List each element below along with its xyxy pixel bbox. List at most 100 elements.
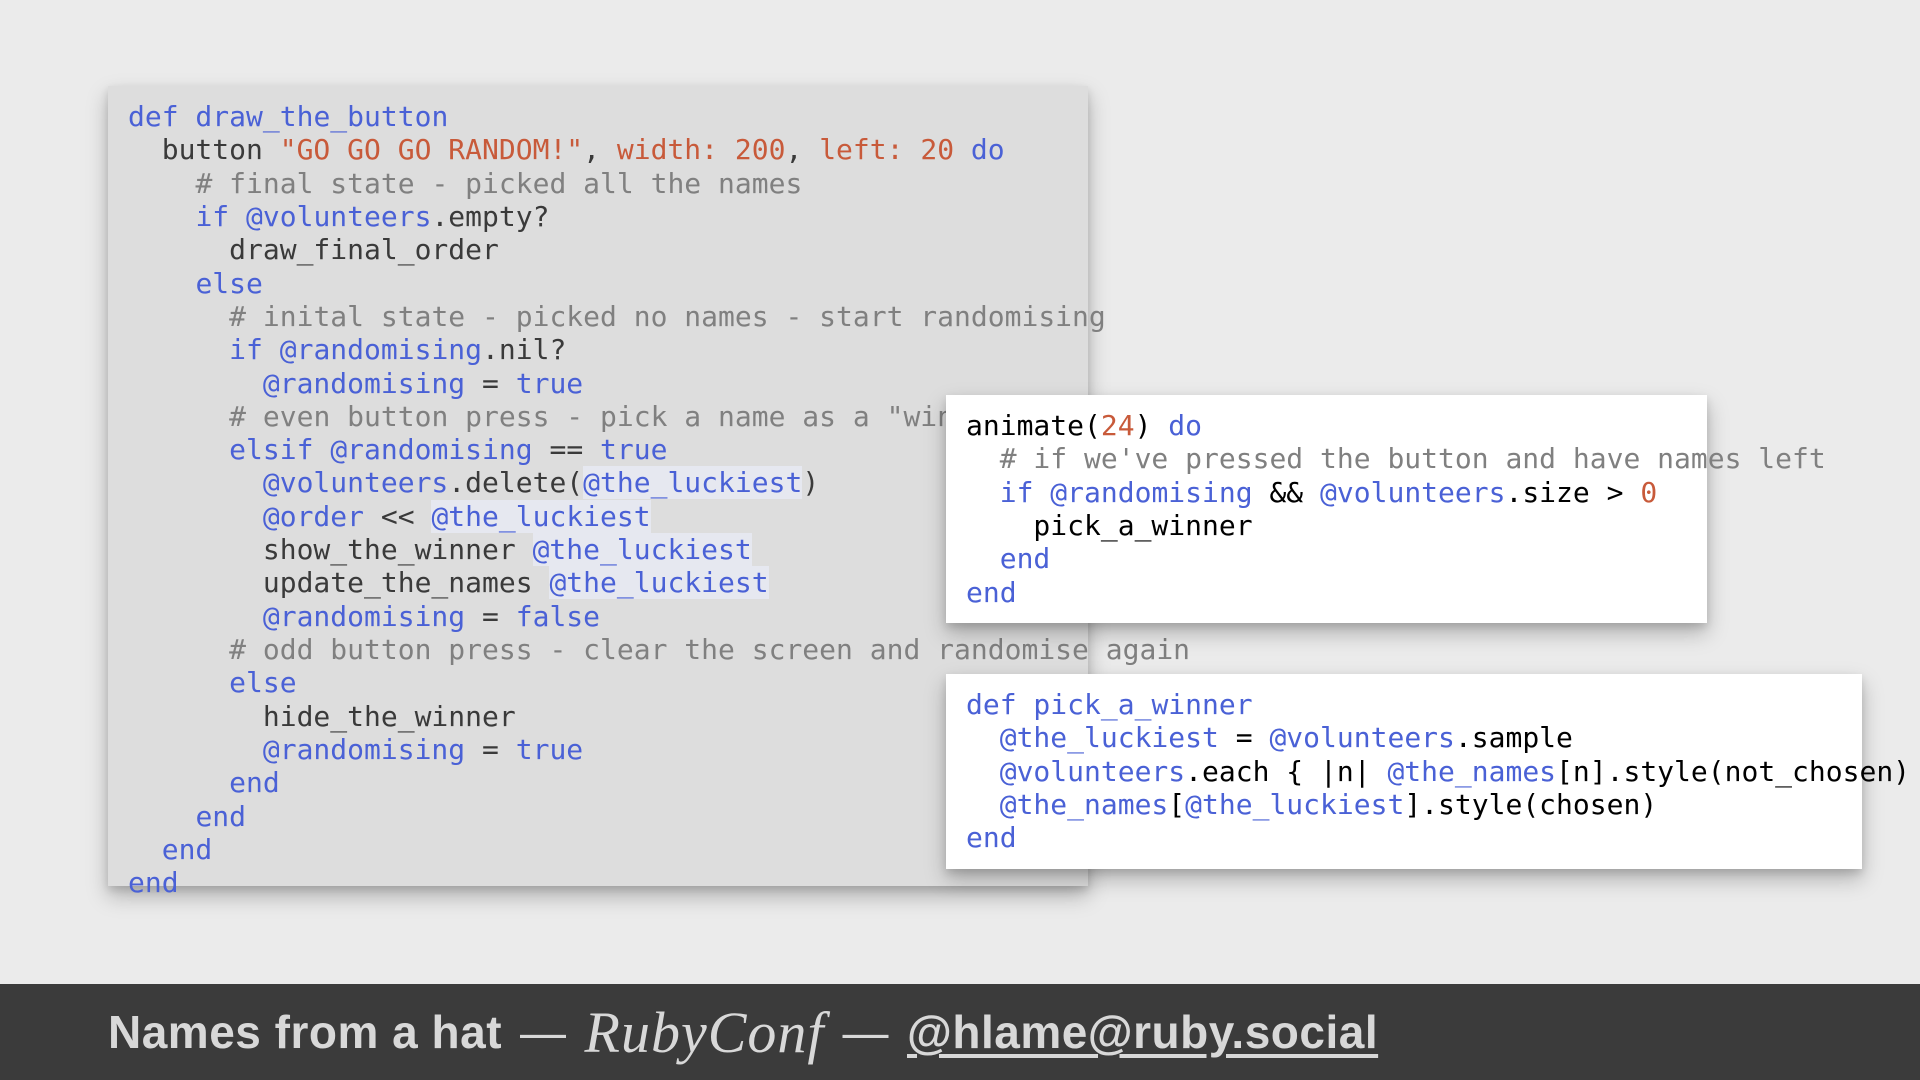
code-token — [128, 800, 195, 833]
code-token — [128, 367, 263, 400]
code-comment: # inital state - picked no names - start… — [229, 300, 1106, 333]
code-token: button — [128, 133, 280, 166]
code-token — [128, 500, 263, 533]
code-token — [128, 400, 229, 433]
footer-conf-logo: RubyConf — [585, 999, 825, 1066]
code-token: 20 — [920, 133, 954, 166]
code-token: , — [785, 133, 819, 166]
code-token: draw_final_order — [128, 233, 499, 266]
code-comment: # even button press - pick a name as a "… — [229, 400, 1021, 433]
code-token: if — [229, 333, 263, 366]
code-token: hide_the_winner — [128, 700, 516, 733]
code-token: @the_names — [1387, 755, 1556, 788]
code-token: end — [229, 766, 280, 799]
code-token: pick_a_winner — [1017, 688, 1253, 721]
code-token: @the_luckiest — [549, 566, 768, 599]
code-token: "GO GO GO RANDOM!" — [280, 133, 583, 166]
code-token — [128, 167, 195, 200]
code-token — [128, 333, 229, 366]
code-token — [903, 133, 920, 166]
code-token — [966, 755, 1000, 788]
code-token: show_the_winner — [128, 533, 533, 566]
code-token: @the_names — [1000, 788, 1169, 821]
code-token: @volunteers — [1269, 721, 1454, 754]
code-token — [966, 476, 1000, 509]
code-token: true — [516, 367, 583, 400]
code-token: ) — [802, 466, 819, 499]
code-token: = — [1219, 721, 1270, 754]
code-token: false — [516, 600, 600, 633]
code-token — [128, 666, 229, 699]
code-token: true — [600, 433, 667, 466]
code-token — [313, 433, 330, 466]
code-token — [128, 267, 195, 300]
code-token: left: — [819, 133, 903, 166]
code-token: end — [128, 866, 179, 899]
code-token: def — [966, 688, 1017, 721]
code-token: end — [966, 576, 1017, 609]
code-token: , — [583, 133, 617, 166]
code-token: ].style(chosen) — [1404, 788, 1657, 821]
code-token — [128, 633, 229, 666]
code-token: .size > — [1505, 476, 1640, 509]
code-token: @volunteers — [246, 200, 431, 233]
code-token — [229, 200, 246, 233]
code-comment: # final state - picked all the names — [195, 167, 802, 200]
code-token: end — [966, 821, 1017, 854]
code-token — [954, 133, 971, 166]
code-token: draw_the_button — [179, 100, 449, 133]
code-token: == — [533, 433, 600, 466]
code-token: @the_luckiest — [1185, 788, 1404, 821]
code-token: else — [195, 267, 262, 300]
code-comment: # if we've pressed the button and have n… — [1000, 442, 1826, 475]
code-token: @randomising — [263, 367, 465, 400]
code-comment: # odd button press - clear the screen an… — [229, 633, 1190, 666]
code-token: 24 — [1101, 409, 1135, 442]
code-token: animate( — [966, 409, 1101, 442]
code-token — [966, 542, 1000, 575]
code-token — [966, 442, 1000, 475]
code-token: .sample — [1455, 721, 1573, 754]
code-token: << — [364, 500, 431, 533]
code-block-animate: animate(24) do # if we've pressed the bu… — [946, 395, 1707, 623]
code-token: && — [1253, 476, 1320, 509]
code-token — [1033, 476, 1050, 509]
code-token — [128, 433, 229, 466]
footer-title: Names from a hat — [108, 1005, 502, 1059]
code-token: @randomising — [1050, 476, 1252, 509]
code-token — [128, 766, 229, 799]
code-token: .each { |n| — [1185, 755, 1387, 788]
code-token: ) — [1135, 409, 1169, 442]
code-block-main: def draw_the_button button "GO GO GO RAN… — [108, 86, 1088, 886]
code-token: @volunteers — [1000, 755, 1185, 788]
code-token: @the_luckiest — [431, 500, 650, 533]
code-token: update_the_names — [128, 566, 549, 599]
code-token: @randomising — [263, 733, 465, 766]
code-token: do — [971, 133, 1005, 166]
footer-sep: — — [520, 1005, 567, 1059]
code-block-pick-winner: def pick_a_winner @the_luckiest = @volun… — [946, 674, 1862, 869]
code-token: end — [162, 833, 213, 866]
code-token: width: — [617, 133, 718, 166]
code-token: [ — [1168, 788, 1185, 821]
code-token: = — [465, 367, 516, 400]
code-token: if — [1000, 476, 1034, 509]
code-token — [128, 200, 195, 233]
code-token — [718, 133, 735, 166]
code-token: 200 — [735, 133, 786, 166]
code-token — [966, 788, 1000, 821]
code-token: @the_luckiest — [1000, 721, 1219, 754]
code-token — [128, 833, 162, 866]
code-token: if — [195, 200, 229, 233]
code-token: @volunteers — [1320, 476, 1505, 509]
code-token: @order — [263, 500, 364, 533]
code-token — [128, 466, 263, 499]
code-token: @randomising — [280, 333, 482, 366]
footer-handle: @hlame@ruby.social — [907, 1005, 1378, 1059]
code-token: end — [195, 800, 246, 833]
code-token: pick_a_winner — [966, 509, 1253, 542]
code-token: end — [1000, 542, 1051, 575]
code-token: @the_luckiest — [533, 533, 752, 566]
footer-sep: — — [843, 1005, 890, 1059]
code-token — [128, 300, 229, 333]
